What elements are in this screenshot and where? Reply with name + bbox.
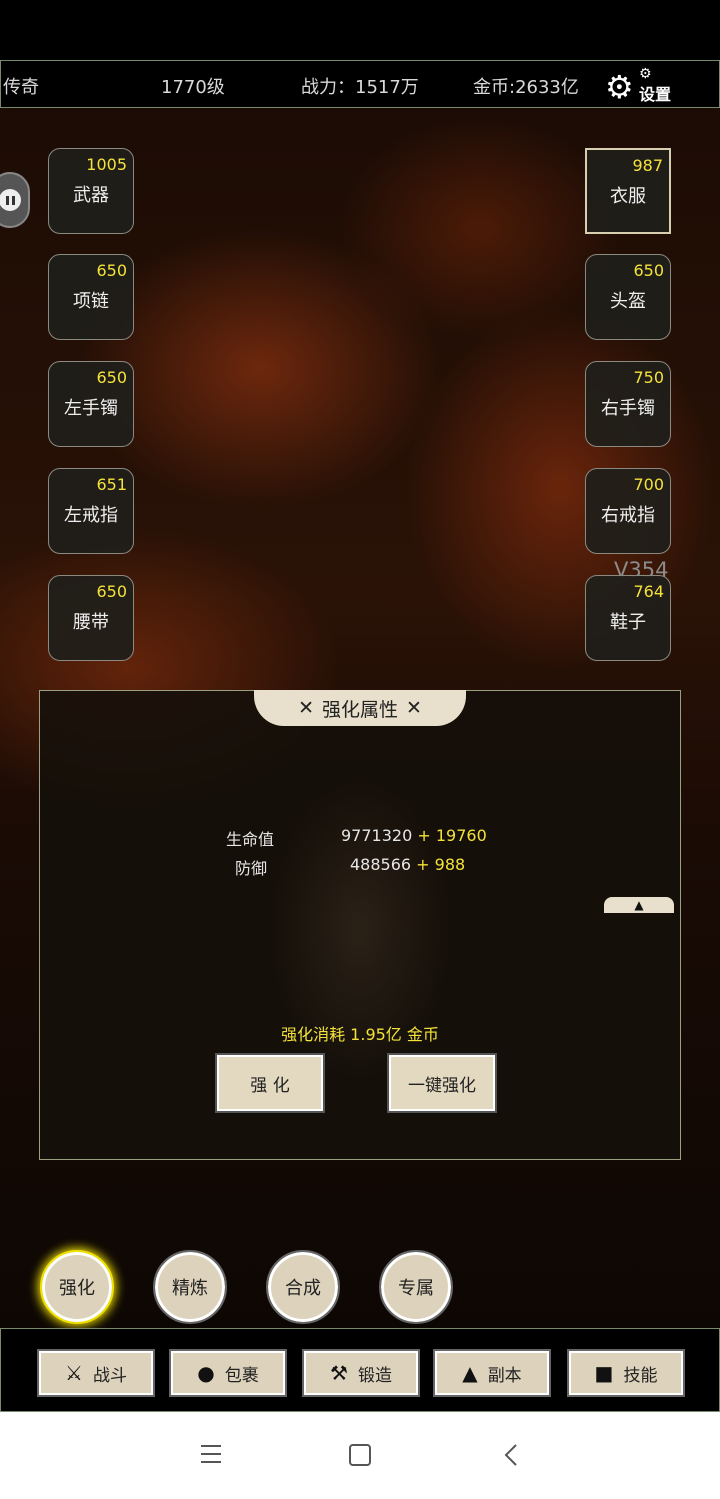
settings-button[interactable]: ⚙ ⚙ 设置 — [605, 66, 675, 106]
panel-title-text: 强化属性 — [321, 698, 398, 721]
slot-level: 700 — [633, 475, 664, 494]
slot-level: 651 — [96, 475, 127, 494]
slot-belt[interactable]: 650 腰带 — [48, 575, 134, 661]
enhance-cost: 强化消耗 1.95亿 金币 — [281, 1025, 439, 1044]
attribute-bonus: + 988 — [416, 855, 466, 874]
attribute-row: 防御 488566 + 988 — [40, 855, 682, 878]
attribute-name: 防御 — [235, 859, 268, 878]
rank-label: 传奇 — [3, 77, 39, 98]
enhance-panel: ✕ 强化属性 ✕ 生命值 9771320 + 19760 防御 488566 +… — [39, 690, 681, 1160]
tab-synthesize[interactable]: 合成 — [266, 1250, 340, 1324]
slot-helmet[interactable]: 650 头盔 — [585, 254, 671, 340]
back-icon[interactable] — [504, 1444, 518, 1470]
slot-name: 头盔 — [610, 291, 646, 312]
panel-title: ✕ 强化属性 ✕ — [254, 690, 466, 726]
slot-name: 右戒指 — [601, 505, 655, 526]
gear-icon: ⚙ — [605, 68, 634, 106]
tab-enhance[interactable]: 强化 — [40, 1250, 114, 1324]
crossed-swords-icon: ⚔ — [65, 1361, 83, 1385]
tower-icon: ▲ — [462, 1361, 478, 1385]
slot-right-ring[interactable]: 700 右戒指 — [585, 468, 671, 554]
slot-name: 武器 — [73, 185, 109, 206]
home-icon[interactable] — [349, 1444, 371, 1470]
crossed-swords-icon: ✕ — [406, 697, 422, 719]
slot-level: 650 — [96, 261, 127, 280]
slot-level: 1005 — [86, 155, 127, 174]
nav-label: 锻造 — [357, 1365, 392, 1386]
nav-forge[interactable]: ⚒ 锻造 — [302, 1349, 420, 1397]
attribute-bonus: + 19760 — [417, 826, 487, 845]
attribute-base: 488566 — [350, 855, 412, 874]
attribute-value: 9771320 + 19760 — [341, 826, 487, 845]
slot-level: 650 — [96, 368, 127, 387]
slot-left-bracelet[interactable]: 650 左手镯 — [48, 361, 134, 447]
menu-icon[interactable] — [200, 1444, 222, 1468]
attribute-base: 9771320 — [341, 826, 413, 845]
slot-level: 750 — [633, 368, 664, 387]
slot-name: 右手镯 — [601, 398, 655, 419]
book-icon: ■ — [594, 1361, 614, 1385]
bottom-nav: ⚔ 战斗 ● 包裹 ⚒ 锻造 ▲ 副本 ■ 技能 — [0, 1328, 720, 1412]
system-nav-bar — [0, 1412, 720, 1499]
combat-power: 战力：1517万 — [301, 77, 419, 98]
slot-level: 764 — [633, 582, 664, 601]
attribute-row: 生命值 9771320 + 19760 — [40, 826, 682, 849]
gold-amount: 金币:2633亿 — [473, 77, 579, 98]
nav-label: 战斗 — [92, 1365, 127, 1386]
slot-level: 987 — [632, 156, 663, 175]
nav-label: 副本 — [487, 1365, 522, 1386]
attribute-value: 488566 + 988 — [350, 855, 465, 874]
slot-level: 650 — [96, 582, 127, 601]
slot-name: 腰带 — [73, 612, 109, 633]
nav-battle[interactable]: ⚔ 战斗 — [37, 1349, 155, 1397]
player-level: 1770级 — [161, 77, 225, 98]
bag-icon: ● — [197, 1361, 215, 1385]
slot-necklace[interactable]: 650 项链 — [48, 254, 134, 340]
small-gear-icon: ⚙ — [639, 66, 652, 82]
status-bar: 传奇 1770级 战力：1517万 金币:2633亿 ⚙ ⚙ 设置 — [0, 60, 720, 108]
nav-dungeon[interactable]: ▲ 副本 — [433, 1349, 551, 1397]
slot-level: 650 — [633, 261, 664, 280]
nav-label: 包裹 — [224, 1365, 259, 1386]
nav-skills[interactable]: ■ 技能 — [567, 1349, 685, 1397]
slot-name: 左戒指 — [64, 505, 118, 526]
slot-armor[interactable]: 987 衣服 — [585, 148, 671, 234]
slot-name: 左手镯 — [64, 398, 118, 419]
collapse-button[interactable]: ▲ — [604, 897, 674, 913]
settings-label: 设置 — [639, 85, 672, 104]
floating-assist-button[interactable] — [0, 172, 30, 228]
slot-name: 衣服 — [610, 186, 646, 207]
slot-left-ring[interactable]: 651 左戒指 — [48, 468, 134, 554]
pause-icon — [0, 189, 21, 211]
crossed-swords-icon: ✕ — [298, 697, 314, 719]
tab-exclusive[interactable]: 专属 — [379, 1250, 453, 1324]
one-key-enhance-button[interactable]: 一键强化 — [387, 1053, 497, 1113]
slot-weapon[interactable]: 1005 武器 — [48, 148, 134, 234]
nav-label: 技能 — [623, 1365, 658, 1386]
attribute-name: 生命值 — [226, 830, 275, 849]
nav-bag[interactable]: ● 包裹 — [169, 1349, 287, 1397]
slot-name: 鞋子 — [610, 612, 646, 633]
tab-refine[interactable]: 精炼 — [153, 1250, 227, 1324]
triangle-up-icon: ▲ — [634, 898, 644, 912]
enhance-button[interactable]: 强 化 — [215, 1053, 325, 1113]
hammer-icon: ⚒ — [330, 1361, 348, 1385]
slot-name: 项链 — [73, 291, 109, 312]
slot-right-bracelet[interactable]: 750 右手镯 — [585, 361, 671, 447]
slot-shoes[interactable]: 764 鞋子 — [585, 575, 671, 661]
